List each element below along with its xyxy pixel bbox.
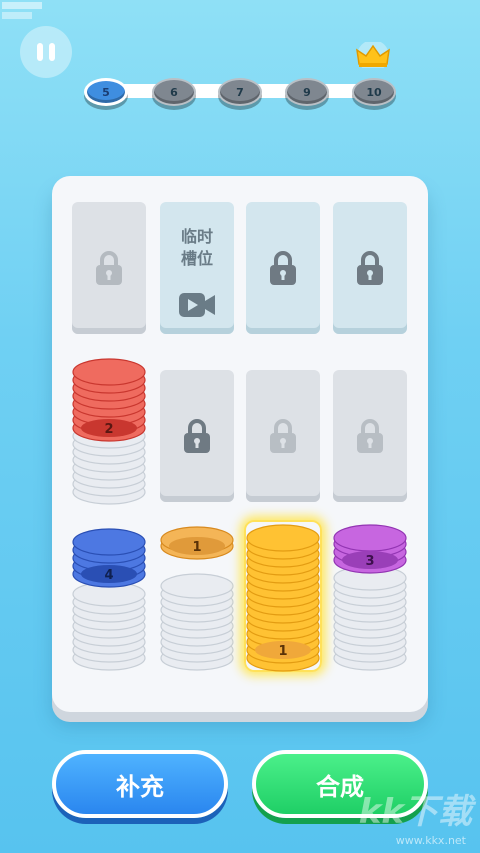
watermark-logo: kk下载: [358, 792, 472, 832]
refill-button-label: 补充: [116, 772, 164, 801]
lock-icon: [270, 251, 296, 285]
locked-slot[interactable]: [246, 202, 320, 334]
level-node: 9: [285, 78, 329, 106]
video-ad-icon: [179, 293, 215, 317]
stack-top-number: 4: [104, 567, 114, 583]
refill-button[interactable]: 补充: [52, 750, 228, 818]
watermark-url: www.kkx.net: [395, 834, 466, 847]
lock-icon: [357, 419, 383, 453]
temp-slot-label: 临时: [180, 227, 213, 246]
locked-slot[interactable]: [246, 370, 320, 502]
level-node: 7: [218, 78, 262, 106]
coin-stack-selected[interactable]: 1: [246, 522, 320, 672]
lock-icon: [184, 419, 210, 453]
lock-icon: [96, 251, 122, 285]
coin-stack-discs: [72, 528, 146, 671]
pause-icon: [37, 43, 43, 61]
coin-stack[interactable]: 2: [72, 354, 146, 506]
coin-stack[interactable]: 3: [333, 522, 407, 672]
locked-slot[interactable]: [160, 370, 234, 502]
stack-top-number: 3: [365, 553, 375, 569]
level-node-current: 5: [84, 78, 128, 106]
merge-button-label: 合成: [316, 772, 364, 801]
game-board: 临时 槽位 2 4 1 1 3: [52, 176, 428, 712]
coin-stack[interactable]: 1: [160, 522, 234, 672]
pause-button[interactable]: [20, 26, 72, 78]
lock-icon: [357, 251, 383, 285]
temp-slot[interactable]: 临时 槽位: [160, 202, 234, 334]
coin-stack[interactable]: 4: [72, 522, 146, 672]
locked-slot[interactable]: [333, 370, 407, 502]
crown-icon: [356, 42, 390, 68]
stack-top-number: 1: [278, 643, 288, 659]
stack-top-number: 2: [104, 421, 114, 437]
lock-icon: [270, 419, 296, 453]
stack-top-number: 1: [192, 539, 202, 555]
watermark-top-left: [2, 2, 42, 22]
temp-slot-label: 槽位: [180, 249, 213, 268]
level-node: 6: [152, 78, 196, 106]
coin-stack-discs: [333, 524, 407, 671]
locked-slot[interactable]: [72, 202, 146, 334]
locked-slot[interactable]: [333, 202, 407, 334]
level-node-final: 10: [352, 78, 396, 106]
